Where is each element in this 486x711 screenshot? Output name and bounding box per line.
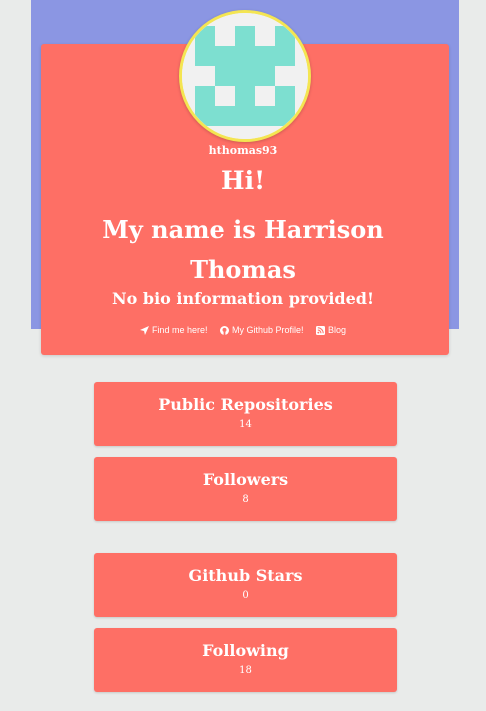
avatar (179, 10, 311, 142)
location-arrow-icon (139, 325, 149, 335)
location-link-label: Find me here! (151, 325, 208, 335)
identicon-image (182, 13, 308, 139)
stat-value: 0 (242, 590, 249, 601)
github-link[interactable]: My Github Profile! (219, 325, 304, 335)
blog-link[interactable]: Blog (316, 325, 346, 335)
stat-label: Github Stars (188, 566, 303, 585)
stat-card-github-stars: Github Stars 0 (94, 553, 397, 617)
profile-links: Find me here! My Github Profile! Blog (0, 325, 486, 337)
github-link-label: My Github Profile! (231, 325, 304, 335)
stat-value: 14 (239, 419, 252, 430)
location-link[interactable]: Find me here! (139, 325, 208, 335)
github-icon (219, 325, 229, 335)
stat-value: 18 (239, 665, 252, 676)
stat-value: 8 (242, 494, 249, 505)
bio-text: No bio information provided! (112, 289, 374, 308)
stat-card-following: Following 18 (94, 628, 397, 692)
username: hthomas93 (208, 144, 278, 157)
stat-label: Public Repositories (158, 395, 333, 414)
rss-icon (316, 325, 326, 335)
stat-card-public-repositories: Public Repositories 14 (94, 382, 397, 446)
stat-label: Followers (202, 470, 289, 489)
stat-label: Following (202, 641, 289, 660)
blog-link-label: Blog (328, 325, 347, 335)
greeting-heading: Hi! (220, 166, 266, 195)
name-heading: My name is Harrison Thomas (102, 215, 384, 284)
stat-card-followers: Followers 8 (94, 457, 397, 521)
